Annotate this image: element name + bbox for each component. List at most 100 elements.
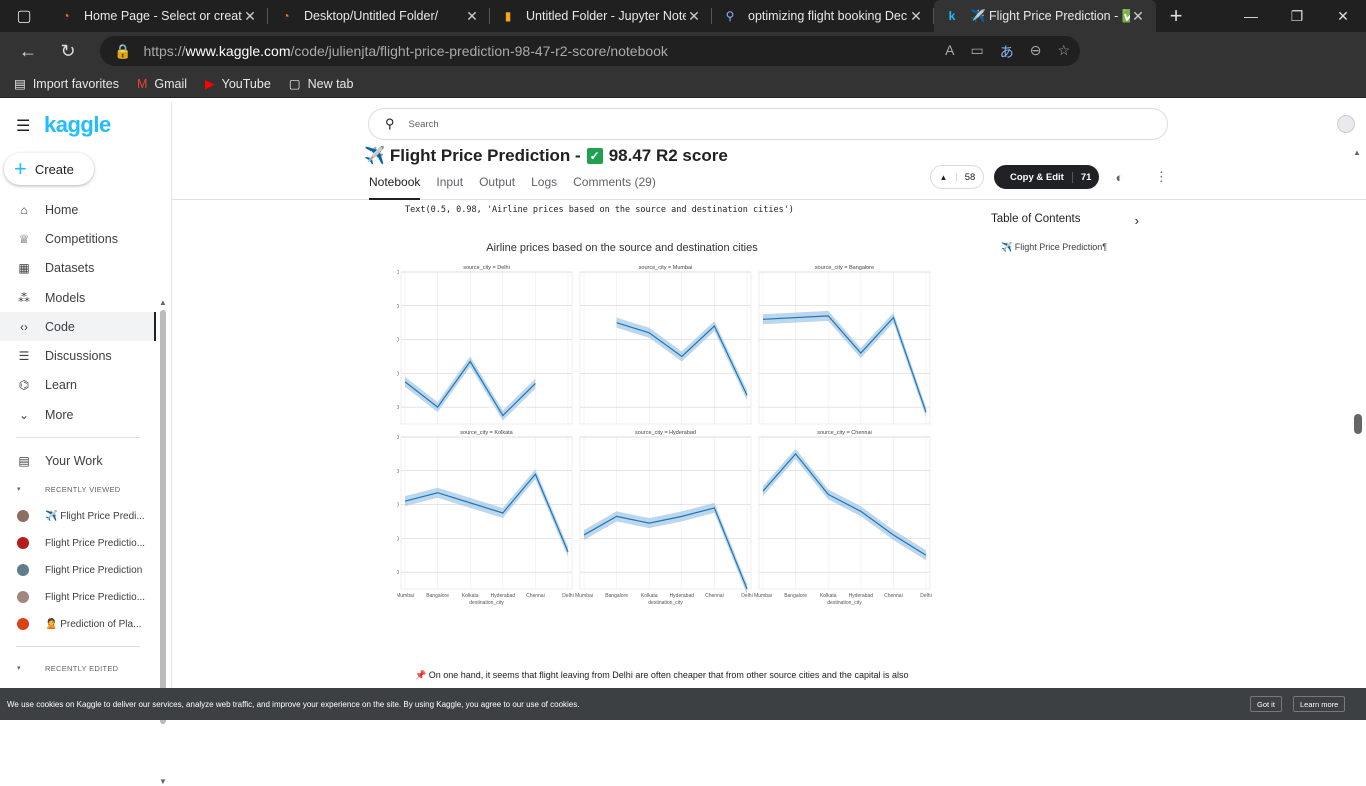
kaggle-icon: k xyxy=(948,9,956,23)
discussions-icon: ☰ xyxy=(18,349,30,364)
url-field[interactable]: 🔒 https://www.kaggle.com/code/julienjta/… xyxy=(100,36,1080,66)
sidebar-item-competitions[interactable]: ♕ Competitions xyxy=(0,224,156,253)
create-label: Create xyxy=(34,161,74,177)
browser-tab[interactable]: k ✈️ Flight Price Prediction - ✅ ✕ xyxy=(934,0,1156,32)
sidebar-item-code[interactable]: ‹› Code xyxy=(0,312,156,342)
markdown-note: 📌 On one hand, it seems that flight leav… xyxy=(415,670,909,680)
x-tick-label: Chennai xyxy=(526,593,545,599)
restore-icon[interactable]: ❐ xyxy=(1274,0,1320,32)
section-label: RECENTLY EDITED xyxy=(45,663,119,673)
recent-label: Flight Price Predictio... xyxy=(45,591,146,603)
tab-close-icon[interactable]: ✕ xyxy=(908,8,924,25)
read-aloud-icon[interactable]: A xyxy=(945,42,954,62)
kaggle-logo[interactable]: kaggle xyxy=(44,112,111,138)
panel-title: source_city = Hyderabad xyxy=(635,430,696,436)
x-tick-label: Kolkata xyxy=(462,593,479,599)
favorite-star-icon[interactable]: ☆ xyxy=(1057,42,1070,62)
tab-title: Untitled Folder - Jupyter Note xyxy=(526,9,686,23)
sidebar-item-home[interactable]: ⌂ Home xyxy=(0,195,156,224)
sidebar-divider xyxy=(16,437,140,439)
y-tick-label: 22000 xyxy=(397,338,399,344)
sidebar-scroll-thumb[interactable] xyxy=(160,310,166,724)
create-button[interactable]: + Create xyxy=(4,153,94,185)
sidebar-item-your-work[interactable]: ▤ Your Work xyxy=(0,446,156,475)
favorite-item[interactable]: ▢ New tab xyxy=(289,76,354,91)
toc-item[interactable]: ✈️ Flight Price Prediction¶ xyxy=(1001,242,1151,253)
recently-edited-header[interactable]: ▾ RECENTLY EDITED xyxy=(0,655,156,682)
vote-count: 58 xyxy=(964,171,976,183)
y-tick-label: 18000 xyxy=(397,570,399,576)
upvote-button[interactable]: ▲ 58 xyxy=(930,165,984,189)
recently-viewed-header[interactable]: ▾ RECENTLY VIEWED xyxy=(0,476,156,503)
sidebar-item-datasets[interactable]: ▦ Datasets xyxy=(0,254,156,283)
tab-close-icon[interactable]: ✕ xyxy=(464,8,480,25)
sidebar-item-more[interactable]: ⌄ More xyxy=(0,400,156,429)
immersive-reader-icon[interactable]: ▭ xyxy=(970,42,983,62)
browser-tab[interactable]: ⚲ optimizing flight booking Dec ✕ xyxy=(712,0,934,32)
more-options-icon[interactable]: ⋮ xyxy=(1151,169,1171,185)
sidebar-item-models[interactable]: ⁂ Models xyxy=(0,283,156,312)
chevron-right-icon[interactable]: › xyxy=(1135,213,1139,228)
x-tick-label: Bangalore xyxy=(784,593,807,599)
theme-toggle-icon[interactable]: ◐ xyxy=(1109,170,1129,185)
favorite-item[interactable]: ▶ YouTube xyxy=(205,76,271,91)
got-it-button[interactable]: Got it xyxy=(1250,696,1282,712)
favorite-item[interactable]: ▤ Import favorites xyxy=(14,76,119,91)
upvote-arrow-icon: ▲ xyxy=(931,172,957,182)
menu-icon[interactable]: ☰ xyxy=(16,116,30,136)
tab-notebook[interactable]: Notebook xyxy=(369,175,421,200)
recent-item[interactable]: 🙎 Prediction of Pla... xyxy=(0,611,156,638)
minimize-icon[interactable]: — xyxy=(1228,0,1274,32)
panel-title: source_city = Delhi xyxy=(463,265,510,271)
tab-close-icon[interactable]: ✕ xyxy=(686,8,702,25)
models-icon: ⁂ xyxy=(18,290,30,305)
sidebar-item-discussions[interactable]: ☰ Discussions xyxy=(0,341,156,370)
scroll-up-icon[interactable]: ▲ xyxy=(159,298,167,307)
sidebar-item-learn[interactable]: ⌬ Learn xyxy=(0,371,156,400)
x-tick-label: Delhi xyxy=(741,593,752,599)
scroll-down-icon[interactable]: ▼ xyxy=(159,777,167,786)
page-scrollbar[interactable]: ▲ xyxy=(1352,146,1364,686)
translate-icon[interactable]: あ xyxy=(1000,42,1014,62)
tab-title: ✈️ Flight Price Prediction - ✅ xyxy=(970,8,1130,23)
copy-edit-button[interactable]: Copy & Edit 71 xyxy=(994,165,1100,189)
user-avatar[interactable] xyxy=(1337,115,1355,133)
search-input[interactable]: ⚲ Search xyxy=(368,108,1168,140)
y-tick-label: 18000 xyxy=(397,405,399,411)
browser-tab[interactable]: ◔ Home Page - Select or create ✕ xyxy=(48,0,268,32)
search-icon: ⚲ xyxy=(385,116,395,131)
favorites-bar: ▤ Import favorites M Gmail ▶ YouTube ▢ New tab xyxy=(0,70,1366,98)
new-tab-button[interactable]: + xyxy=(1156,3,1196,29)
tab-logs[interactable]: Logs xyxy=(531,175,557,200)
zoom-out-icon[interactable]: ⊖ xyxy=(1030,42,1042,62)
recent-item[interactable]: Flight Price Predictio... xyxy=(0,584,156,611)
browser-tab[interactable]: ▮ Untitled Folder - Jupyter Note ✕ xyxy=(490,0,712,32)
x-tick-label: Mumbai xyxy=(575,593,593,599)
page-scroll-up-icon[interactable]: ▲ xyxy=(1353,148,1361,157)
sidebar-item-label: Discussions xyxy=(45,349,112,364)
tab-output[interactable]: Output xyxy=(479,175,515,200)
recent-avatar xyxy=(17,510,29,523)
tab-close-icon[interactable]: ✕ xyxy=(242,8,258,25)
panel-frame xyxy=(758,436,931,590)
tab-actions-icon[interactable]: ▢ xyxy=(0,0,48,32)
tab-input[interactable]: Input xyxy=(436,175,463,200)
tab-close-icon[interactable]: ✕ xyxy=(1130,8,1146,25)
x-tick-label: Delhi xyxy=(562,593,573,599)
favorite-label: New tab xyxy=(307,77,354,91)
favorite-item[interactable]: M Gmail xyxy=(137,77,187,91)
panel-title: source_city = Kolkata xyxy=(460,430,513,436)
back-icon[interactable]: ← xyxy=(8,35,48,67)
learn-more-button[interactable]: Learn more xyxy=(1293,696,1346,712)
x-tick-label: Kolkata xyxy=(820,593,837,599)
recent-item[interactable]: Flight Price Prediction xyxy=(0,557,156,584)
page-scroll-thumb[interactable] xyxy=(1354,414,1362,434)
recent-item[interactable]: Flight Price Predictio... xyxy=(0,530,156,557)
x-tick-label: Kolkata xyxy=(641,593,658,599)
book-icon: ▮ xyxy=(504,9,512,23)
recent-item[interactable]: ✈️ Flight Price Predi... xyxy=(0,503,156,530)
tab-comments[interactable]: Comments (29) xyxy=(573,175,656,200)
refresh-icon[interactable]: ↻ xyxy=(48,35,88,67)
browser-tab[interactable]: ◔ Desktop/Untitled Folder/ ✕ xyxy=(268,0,490,32)
close-window-icon[interactable]: ✕ xyxy=(1320,0,1366,32)
